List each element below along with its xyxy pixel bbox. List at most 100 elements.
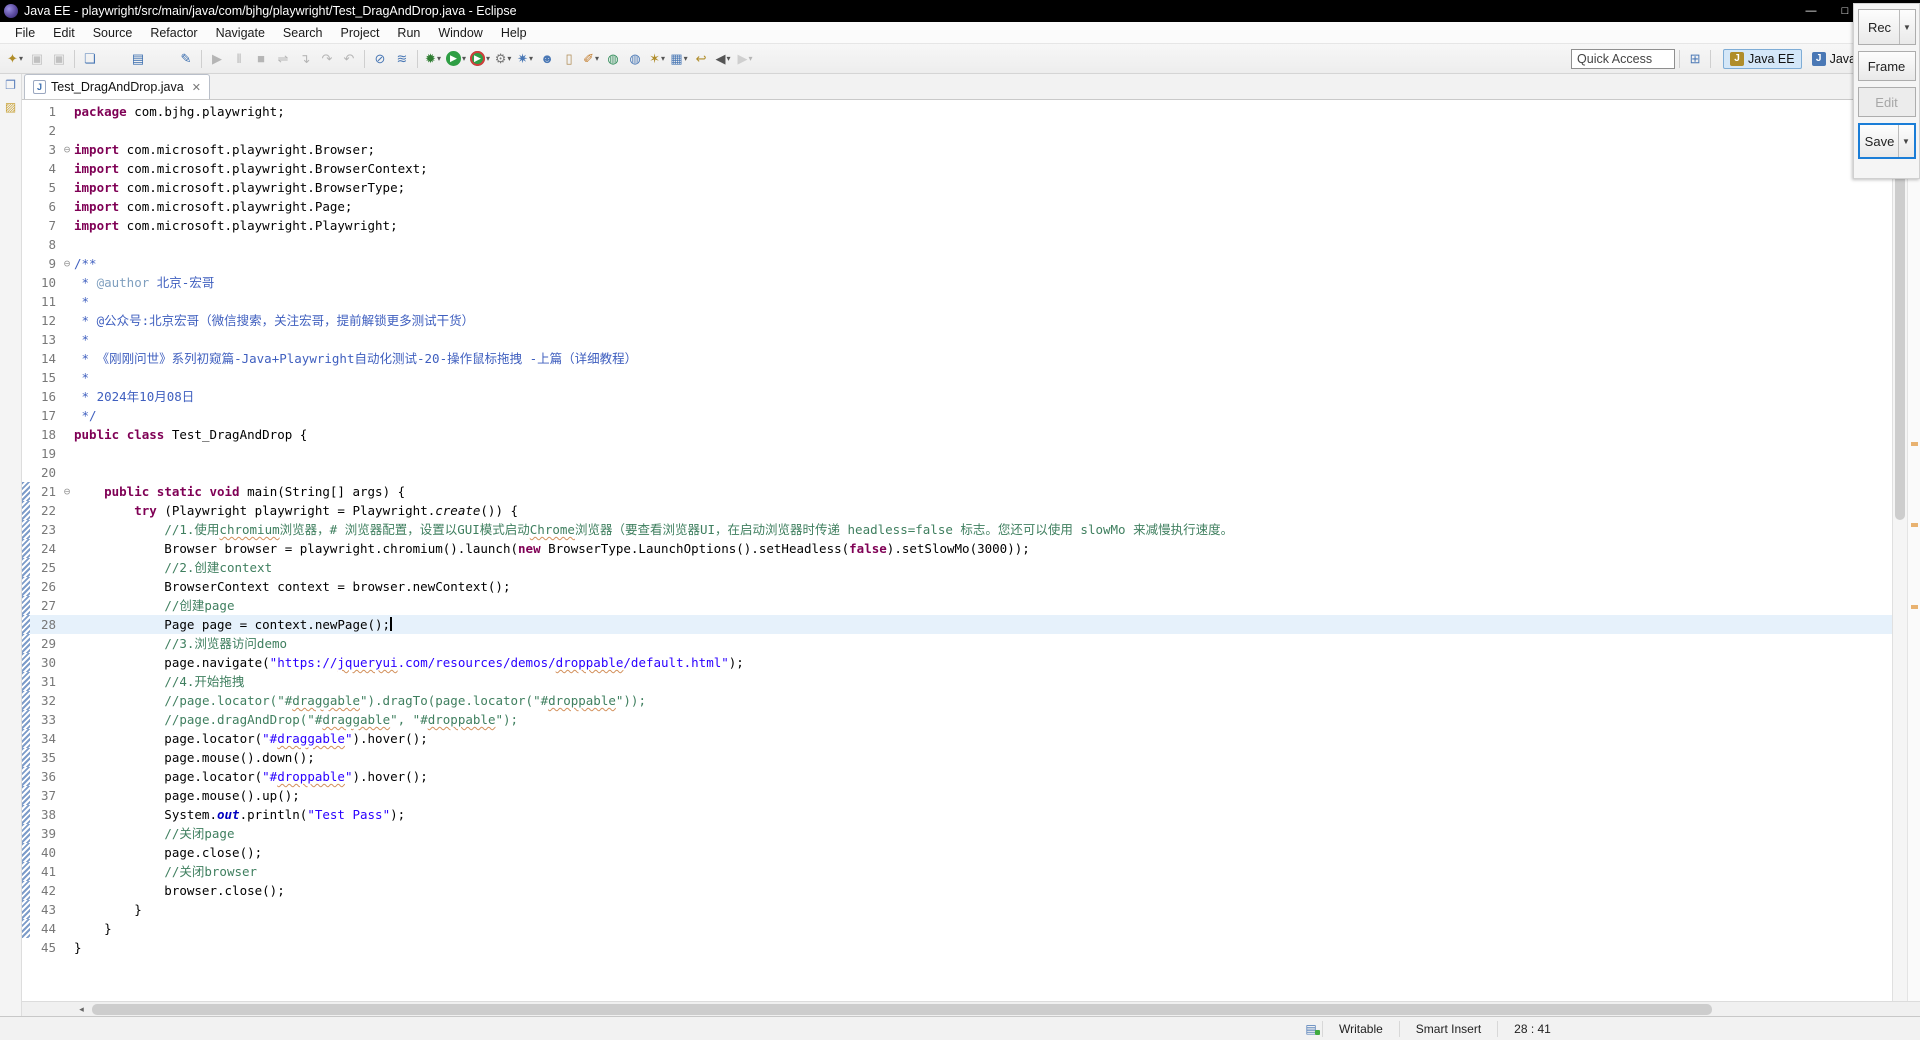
code-line[interactable]: 36 page.locator("#droppable").hover(); [22, 767, 1892, 786]
code-line[interactable]: 19 [22, 444, 1892, 463]
code-line[interactable]: 21⊖ public static void main(String[] arg… [22, 482, 1892, 501]
code-line[interactable]: 29 //3.浏览器访问demo [22, 634, 1892, 653]
code-line[interactable]: 17 */ [22, 406, 1892, 425]
tab-test-draganddrop[interactable]: J Test_DragAndDrop.java ✕ [24, 74, 210, 99]
step-filters-icon[interactable]: ≋ [391, 48, 413, 70]
code-line[interactable]: 38 System.out.println("Test Pass"); [22, 805, 1892, 824]
code-line[interactable]: 13 * [22, 330, 1892, 349]
new-wizard-icon[interactable]: ✦▾ [4, 48, 26, 70]
line-number[interactable]: 14 [30, 349, 60, 368]
code-line[interactable]: 25 //2.创建context [22, 558, 1892, 577]
team-icon[interactable]: ☻ [536, 48, 558, 70]
quick-access-input[interactable] [1571, 49, 1675, 69]
mark-occurrences-icon[interactable]: ✎ [175, 48, 197, 70]
restore-views-icon[interactable]: ❐ [5, 78, 16, 92]
code-line[interactable]: 15 * [22, 368, 1892, 387]
menu-project[interactable]: Project [332, 24, 389, 42]
horizontal-scrollbar-thumb[interactable] [92, 1004, 1712, 1015]
save-icon[interactable]: ▣ [26, 48, 48, 70]
line-number[interactable]: 17 [30, 406, 60, 425]
line-number[interactable]: 3 [30, 140, 60, 159]
rec-dropdown-icon[interactable]: ▼ [1899, 10, 1915, 44]
line-number[interactable]: 38 [30, 805, 60, 824]
line-number[interactable]: 6 [30, 197, 60, 216]
menu-file[interactable]: File [6, 24, 44, 42]
disconnect-icon[interactable]: ⇌ [272, 48, 294, 70]
code-line[interactable]: 27 //创建page [22, 596, 1892, 615]
code-line[interactable]: 32 //page.locator("#draggable").dragTo(p… [22, 691, 1892, 710]
save-button[interactable]: Save▼ [1858, 123, 1916, 159]
line-number[interactable]: 10 [30, 273, 60, 292]
debug-icon[interactable]: ✹▾ [422, 48, 444, 70]
key-icon[interactable]: ✶▾ [646, 48, 668, 70]
menu-search[interactable]: Search [274, 24, 332, 42]
code-line[interactable]: 4import com.microsoft.playwright.Browser… [22, 159, 1892, 178]
line-number[interactable]: 15 [30, 368, 60, 387]
line-number[interactable]: 23 [30, 520, 60, 539]
code-line[interactable]: 14 * 《刚刚问世》系列初窥篇-Java+Playwright自动化测试-20… [22, 349, 1892, 368]
horizontal-scrollbar[interactable]: ◂ [22, 1001, 1920, 1016]
line-number[interactable]: 16 [30, 387, 60, 406]
clipboard-icon[interactable]: ▯ [558, 48, 580, 70]
web-browser-icon[interactable]: ◍ [602, 48, 624, 70]
line-number[interactable]: 41 [30, 862, 60, 881]
save-dropdown-icon[interactable]: ▼ [1898, 125, 1914, 157]
new-java-class-icon[interactable]: ❏ [79, 48, 101, 70]
code-line[interactable]: 23 //1.使用chromium浏览器，# 浏览器配置，设置以GUI模式启动C… [22, 520, 1892, 539]
code-line[interactable]: 12 * @公众号:北京宏哥（微信搜索，关注宏哥，提前解锁更多测试干货） [22, 311, 1892, 330]
line-number[interactable]: 33 [30, 710, 60, 729]
menu-help[interactable]: Help [492, 24, 536, 42]
line-number[interactable]: 13 [30, 330, 60, 349]
code-line[interactable]: 44 } [22, 919, 1892, 938]
menu-window[interactable]: Window [429, 24, 491, 42]
line-number[interactable]: 31 [30, 672, 60, 691]
line-number[interactable]: 2 [30, 121, 60, 140]
line-number[interactable]: 45 [30, 938, 60, 957]
code-line[interactable]: 26 BrowserContext context = browser.newC… [22, 577, 1892, 596]
editor-presentation-icon[interactable]: ▤ [1300, 1022, 1322, 1036]
code-line[interactable]: 22 try (Playwright playwright = Playwrig… [22, 501, 1892, 520]
edit-button[interactable]: Edit [1858, 87, 1916, 117]
resume-icon[interactable]: ▶ [206, 48, 228, 70]
frame-button[interactable]: Frame [1858, 51, 1916, 81]
back-icon[interactable]: ◀▾ [712, 48, 734, 70]
console-icon[interactable]: ▤ [127, 48, 149, 70]
step-return-icon[interactable]: ↶ [338, 48, 360, 70]
tab-close-icon[interactable]: ✕ [192, 81, 201, 94]
line-number[interactable]: 28 [30, 615, 60, 634]
code-line[interactable]: 24 Browser browser = playwright.chromium… [22, 539, 1892, 558]
menu-refactor[interactable]: Refactor [141, 24, 206, 42]
line-number[interactable]: 44 [30, 919, 60, 938]
external-tools-icon[interactable]: ⚙▾ [492, 48, 514, 70]
step-into-icon[interactable]: ↴ [294, 48, 316, 70]
code-line[interactable]: 16 * 2024年10月08日 [22, 387, 1892, 406]
new-web-wizard-icon[interactable]: ✷▾ [514, 48, 536, 70]
line-number[interactable]: 32 [30, 691, 60, 710]
code-line[interactable]: 30 page.navigate("https://jqueryui.com/r… [22, 653, 1892, 672]
step-over-icon[interactable]: ↷ [316, 48, 338, 70]
run-icon[interactable]: ▶▾ [444, 48, 468, 70]
line-number[interactable]: 11 [30, 292, 60, 311]
line-number[interactable]: 30 [30, 653, 60, 672]
table-icon[interactable]: ▦▾ [668, 48, 690, 70]
line-number[interactable]: 7 [30, 216, 60, 235]
line-number[interactable]: 5 [30, 178, 60, 197]
line-number[interactable]: 8 [30, 235, 60, 254]
line-number[interactable]: 25 [30, 558, 60, 577]
scroll-left-arrow-icon[interactable]: ◂ [74, 1002, 89, 1016]
line-number[interactable]: 42 [30, 881, 60, 900]
fold-collapse-icon[interactable]: ⊖ [60, 140, 74, 159]
line-number[interactable]: 1 [30, 102, 60, 121]
overview-ruler[interactable] [1907, 100, 1920, 1001]
line-number[interactable]: 36 [30, 767, 60, 786]
line-number[interactable]: 22 [30, 501, 60, 520]
code-line[interactable]: 43 } [22, 900, 1892, 919]
coverage-icon[interactable]: ▶▾ [468, 48, 492, 70]
code-line[interactable]: 6import com.microsoft.playwright.Page; [22, 197, 1892, 216]
open-perspective-icon[interactable]: ⊞ [1684, 48, 1706, 70]
line-number[interactable]: 20 [30, 463, 60, 482]
line-number[interactable]: 26 [30, 577, 60, 596]
line-number[interactable]: 39 [30, 824, 60, 843]
line-number[interactable]: 27 [30, 596, 60, 615]
code-line[interactable]: 1package com.bjhg.playwright; [22, 102, 1892, 121]
